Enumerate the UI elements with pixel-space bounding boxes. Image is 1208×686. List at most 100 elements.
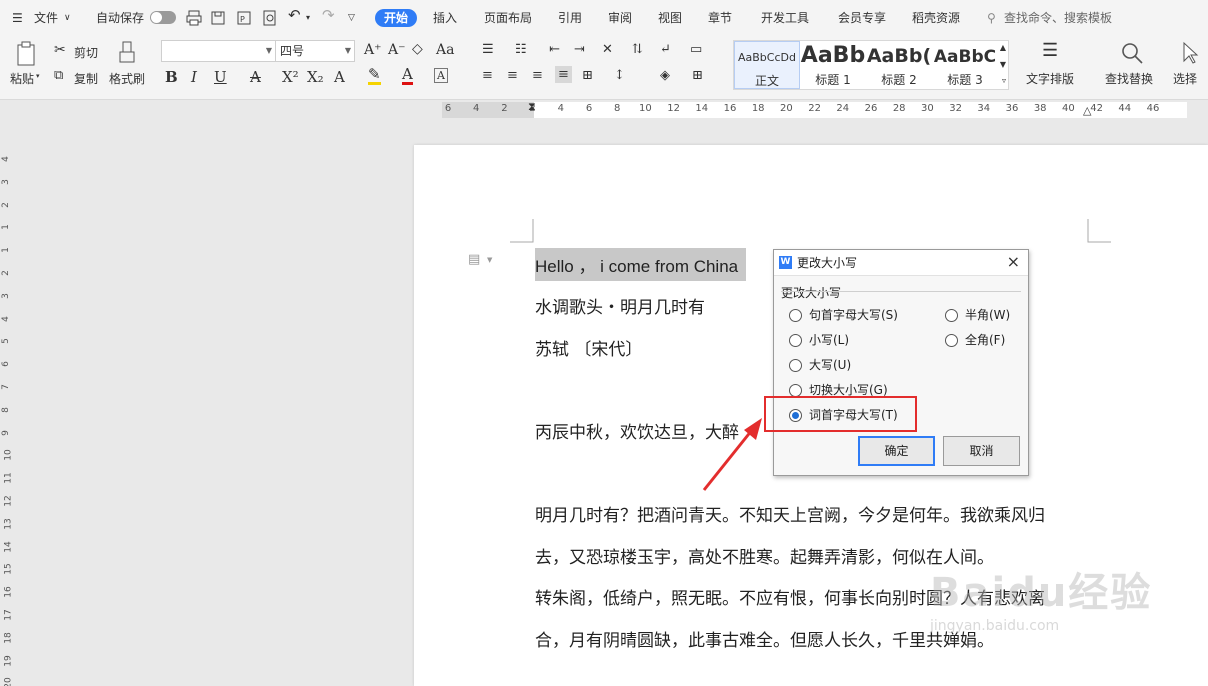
radio-button[interactable] [945, 334, 958, 347]
radio-button[interactable] [945, 309, 958, 322]
chevron-down-icon[interactable]: ∨ [64, 9, 71, 27]
print-icon[interactable] [186, 10, 202, 26]
bullet-list-icon[interactable]: ☰ [482, 42, 494, 57]
paste-button[interactable]: 粘贴 [10, 70, 34, 87]
subscript-icon[interactable]: X₂ [307, 68, 324, 86]
align-left-icon[interactable]: ≡ [482, 68, 493, 83]
tab-docer-resources[interactable]: 稻壳资源 [912, 9, 960, 27]
expand-icon[interactable]: ▿ [1002, 76, 1006, 85]
document-line[interactable]: 合，月有阴晴圆缺，此事古难全。但愿人长久，千里共婵娟。 [535, 626, 994, 651]
radio-button[interactable] [789, 334, 802, 347]
chevron-down-icon[interactable]: ▼ [487, 256, 492, 264]
superscript-icon[interactable]: X² [282, 68, 299, 86]
border-icon[interactable]: ⊞ [692, 68, 703, 83]
font-size-select[interactable]: 四号 ▼ [275, 40, 355, 62]
format-painter-button[interactable]: 格式刷 [109, 70, 145, 87]
grow-font-icon[interactable]: A⁺ [364, 42, 382, 58]
table-tools-icon[interactable]: ▭ [690, 42, 702, 57]
font-name-select[interactable]: ▼ [161, 40, 276, 62]
hamburger-icon[interactable]: ☰ [12, 9, 23, 27]
align-right-icon[interactable]: ≡ [532, 68, 543, 83]
paragraph-mark-icon[interactable]: ↵ [660, 42, 671, 57]
cursor-icon[interactable] [1180, 41, 1200, 65]
more-icon[interactable]: ▽ [348, 9, 355, 27]
highlight-icon[interactable]: ✎ [368, 67, 381, 85]
tab-home[interactable]: 开始 [375, 9, 418, 27]
document-line[interactable]: 去，又恐琼楼玉宇，高处不胜寒。起舞弄清影，何似在人间。 [535, 543, 994, 568]
radio-button[interactable] [789, 359, 802, 372]
style-normal[interactable]: AaBbCcDd 正文 [734, 41, 800, 89]
chinese-layout-icon[interactable]: ✕ [602, 42, 613, 57]
justify-icon[interactable]: ≡ [555, 66, 572, 83]
bold-icon[interactable]: B [165, 68, 178, 86]
text-layout-icon[interactable]: ☰ [1042, 40, 1058, 61]
command-search-input[interactable]: 查找命令、搜索模板 [1004, 9, 1112, 27]
tab-review[interactable]: 审阅 [608, 9, 632, 27]
text-effect-icon[interactable]: A [334, 68, 345, 86]
print-preview-icon[interactable] [262, 10, 278, 26]
scroll-up-icon[interactable]: ▲ [1000, 43, 1006, 52]
style-heading-2[interactable]: AaBb( 标题 2 [866, 41, 932, 89]
find-replace-button[interactable]: 查找替换 [1105, 70, 1153, 87]
autosave-toggle[interactable] [150, 11, 176, 24]
tab-chapter[interactable]: 章节 [708, 9, 732, 27]
redo-icon[interactable]: ↷ [322, 6, 335, 24]
cut-button[interactable]: 剪切 [74, 44, 98, 61]
search-icon[interactable] [1120, 41, 1144, 65]
increase-indent-icon[interactable]: ⇥ [574, 42, 585, 57]
style-sample: AaBbCcDd [738, 51, 796, 64]
document-line[interactable]: 明月几时有？把酒问青天。不知天上宫阙，今夕是何年。我欲乘风归 [535, 501, 1045, 526]
shading-icon[interactable]: ◈ [660, 68, 670, 83]
strikethrough-icon[interactable]: A [250, 68, 261, 86]
numbered-list-icon[interactable]: ☷ [515, 42, 527, 57]
undo-icon[interactable]: ↶ [288, 6, 301, 24]
document-line[interactable]: 水调歌头・明月几时有 [535, 293, 705, 318]
underline-icon[interactable]: U [214, 68, 227, 86]
scroll-down-icon[interactable]: ▼ [1000, 60, 1006, 69]
style-heading-3[interactable]: AaBbC 标题 3 [932, 41, 998, 89]
horizontal-ruler[interactable]: 6 4 2 2 4 6 8 10 12 14 16 18 20 22 24 26 28 30 32 34 36 38 40 4… [0, 100, 1208, 122]
ok-button[interactable]: 确定 [858, 436, 935, 466]
radio-button[interactable] [789, 309, 802, 322]
decrease-indent-icon[interactable]: ⇤ [549, 42, 560, 57]
selected-text-line[interactable]: Hello ， i come from China [535, 248, 747, 281]
vertical-ruler[interactable]: 4321123456789101112131415161718192021 [0, 122, 16, 686]
tab-view[interactable]: 视图 [658, 9, 682, 27]
line-spacing-icon[interactable]: ↕ [614, 68, 625, 83]
align-center-icon[interactable]: ≡ [507, 68, 518, 83]
file-menu[interactable]: 文件 [34, 9, 58, 27]
tab-page-layout[interactable]: 页面布局 [484, 9, 532, 27]
font-color-icon[interactable]: A [402, 67, 413, 85]
italic-icon[interactable]: I [191, 68, 197, 86]
close-icon[interactable]: × [1007, 252, 1020, 271]
export-icon[interactable]: P [236, 10, 252, 26]
distributed-align-icon[interactable]: ⊞ [582, 68, 593, 83]
shrink-font-icon[interactable]: A⁻ [388, 42, 406, 58]
sort-icon[interactable]: ⇅ [632, 42, 643, 57]
tab-developer[interactable]: 开发工具 [761, 9, 809, 27]
indent-marker-icon[interactable]: ⧗ [528, 100, 536, 114]
scissors-icon[interactable]: ✂ [54, 42, 66, 58]
paragraph-handle-icon[interactable]: ▤ [468, 252, 480, 267]
cancel-button[interactable]: 取消 [943, 436, 1020, 466]
tab-member[interactable]: 会员专享 [838, 9, 886, 27]
select-button[interactable]: 选择 [1173, 70, 1197, 87]
paste-icon[interactable] [14, 41, 40, 67]
document-line[interactable]: 苏轼 〔宋代〕 [535, 335, 642, 360]
char-border-icon[interactable]: A [434, 68, 448, 83]
save-icon[interactable] [210, 10, 226, 26]
copy-button[interactable]: 复制 [74, 70, 98, 87]
chevron-down-icon[interactable]: ▾ [36, 72, 40, 80]
dialog-titlebar[interactable]: W 更改大小写 × [774, 250, 1028, 276]
search-icon[interactable]: ⚲ [987, 9, 996, 27]
text-layout-button[interactable]: 文字排版 [1026, 70, 1074, 87]
chevron-down-icon[interactable]: ▾ [306, 9, 310, 27]
right-indent-marker-icon[interactable]: △ [1083, 104, 1091, 117]
tab-references[interactable]: 引用 [558, 9, 582, 27]
tab-insert[interactable]: 插入 [433, 9, 457, 27]
change-case-icon[interactable]: Aa [436, 42, 454, 58]
style-heading-1[interactable]: AaBb 标题 1 [800, 41, 866, 89]
format-painter-icon[interactable] [116, 41, 138, 65]
clear-format-icon[interactable]: ◇ [412, 41, 423, 57]
copy-icon[interactable]: ⧉ [54, 68, 63, 83]
